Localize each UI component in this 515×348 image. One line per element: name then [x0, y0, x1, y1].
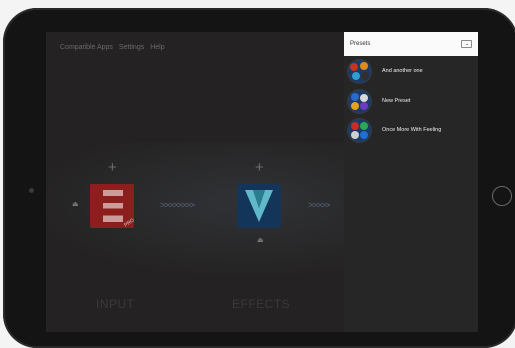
effects-section-label: EFFECTS: [232, 297, 291, 311]
home-button[interactable]: [492, 186, 512, 206]
presets-title: Presets: [350, 41, 371, 47]
app-screen: Compatible Apps Settings Help + PRO ⏏ >>…: [46, 32, 478, 332]
nav-compatible-apps[interactable]: Compatible Apps: [60, 44, 113, 51]
preset-name: New Preset: [382, 98, 411, 104]
v-logo-icon: [245, 190, 273, 222]
preset-name: Once More With Feeling: [382, 127, 442, 133]
preset-thumb: [348, 59, 371, 83]
preset-name: And another one: [382, 68, 423, 74]
presets-panel: Presets And another one New Preset Once …: [344, 32, 478, 332]
input-section-label: INPUT: [96, 297, 135, 311]
effect-app-tile[interactable]: [237, 184, 281, 228]
add-effect-icon[interactable]: +: [255, 160, 264, 175]
s-logo-icon: [103, 190, 123, 222]
nav-help[interactable]: Help: [150, 44, 164, 51]
add-input-icon[interactable]: +: [108, 160, 117, 175]
preset-thumb: [348, 118, 371, 142]
eject-effect-icon[interactable]: ⏏: [257, 236, 264, 244]
chain-arrows-left: >>>>>>>>: [160, 200, 195, 210]
eject-icon[interactable]: ⏏: [72, 200, 79, 208]
preset-item[interactable]: And another one: [348, 59, 476, 83]
presets-header: Presets: [344, 32, 478, 56]
top-nav: Compatible Apps Settings Help: [60, 44, 165, 51]
preset-item[interactable]: Once More With Feeling: [348, 118, 476, 142]
front-camera: [29, 188, 34, 193]
preset-item[interactable]: New Preset: [348, 89, 476, 113]
preset-thumb: [348, 89, 371, 113]
chain-arrows-right: >>>>>: [308, 200, 330, 210]
nav-settings[interactable]: Settings: [119, 44, 144, 51]
folder-icon[interactable]: [461, 40, 472, 48]
